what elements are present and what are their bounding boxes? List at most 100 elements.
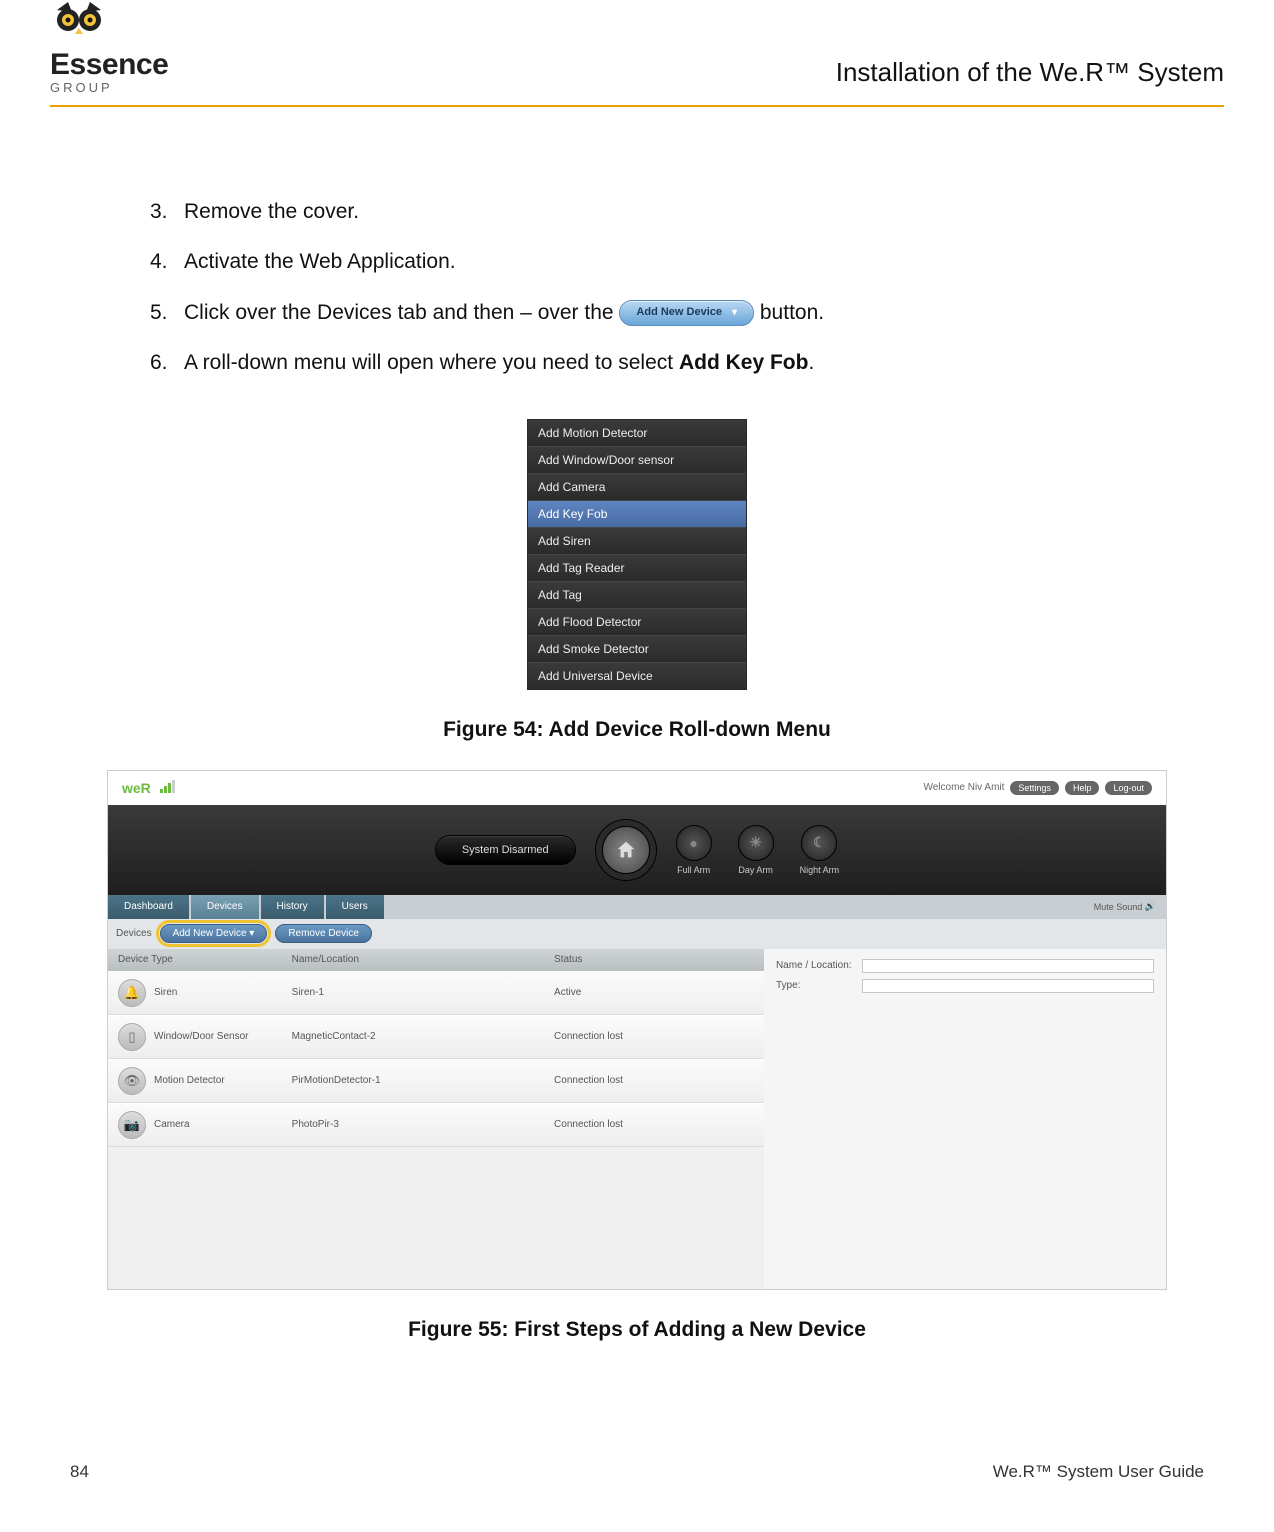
device-status: Connection lost xyxy=(554,1075,764,1086)
device-icon: 🔔 xyxy=(118,979,146,1007)
mute-sound-toggle[interactable]: Mute Sound 🔊 xyxy=(1084,895,1166,919)
brand-name: Essence xyxy=(50,48,168,82)
devices-sub-bar: Devices Add New Device ▾ Remove Device xyxy=(108,919,1166,949)
dropdown-item[interactable]: Add Siren xyxy=(528,528,746,555)
app-top-bar: weR Welcome Niv Amit Settings Help Log-o… xyxy=(108,771,1166,805)
step-text: Click over the Devices tab and then – ov… xyxy=(184,298,1104,328)
dropdown-item[interactable]: Add Flood Detector xyxy=(528,609,746,636)
table-row[interactable]: 🔔 Siren Siren-1Active xyxy=(108,971,764,1015)
tab-devices[interactable]: Devices xyxy=(191,895,259,919)
owl-icon xyxy=(50,0,108,48)
step-6: 6. A roll-down menu will open where you … xyxy=(150,348,1104,378)
device-type: Siren xyxy=(154,987,177,998)
dropdown-item[interactable]: Add Tag xyxy=(528,582,746,609)
device-name: PirMotionDetector-1 xyxy=(292,1075,554,1086)
devices-label: Devices xyxy=(116,928,152,939)
table-row[interactable]: 👁 Motion Detector PirMotionDetector-1Conne… xyxy=(108,1059,764,1103)
type-field[interactable] xyxy=(862,979,1154,993)
col-device-type: Device Type xyxy=(108,954,292,965)
signal-icon xyxy=(160,780,175,793)
figure-55-caption: Figure 55: First Steps of Adding a New D… xyxy=(50,1318,1224,1342)
device-name: Siren-1 xyxy=(292,987,554,998)
name-location-label: Name / Location: xyxy=(776,960,856,971)
step-bold: Add Key Fob xyxy=(679,351,809,374)
list-header: Device Type Name/Location Status xyxy=(108,949,764,971)
system-status: System Disarmed xyxy=(435,835,576,865)
col-status: Status xyxy=(554,954,764,965)
table-row[interactable]: 📷 Camera PhotoPir-3Connection lost xyxy=(108,1103,764,1147)
add-new-device-label: Add New Device xyxy=(636,305,722,321)
add-new-device-label: Add New Device xyxy=(173,928,247,939)
type-label: Type: xyxy=(776,980,856,991)
mute-label: Mute Sound xyxy=(1094,902,1143,912)
dropdown-item[interactable]: Add Tag Reader xyxy=(528,555,746,582)
step-text: Activate the Web Application. xyxy=(184,247,1104,277)
device-name: MagneticContact-2 xyxy=(292,1031,554,1042)
nav-tabs: Dashboard Devices History Users Mute Sou… xyxy=(108,895,1166,919)
devices-body: Device Type Name/Location Status 🔔 Siren S… xyxy=(108,949,1166,1289)
brand-sub: GROUP xyxy=(50,80,113,95)
device-icon: 📷 xyxy=(118,1111,146,1139)
step-number: 5. xyxy=(150,298,184,328)
step-5: 5. Click over the Devices tab and then –… xyxy=(150,298,1104,328)
night-arm-button[interactable]: ☾Night Arm xyxy=(800,825,840,875)
device-type: Motion Detector xyxy=(154,1075,225,1086)
device-icon: 👁 xyxy=(118,1067,146,1095)
name-location-field[interactable] xyxy=(862,959,1154,973)
step-number: 3. xyxy=(150,197,184,227)
figure-55-image: weR Welcome Niv Amit Settings Help Log-o… xyxy=(107,770,1167,1290)
step-number: 4. xyxy=(150,247,184,277)
tab-history[interactable]: History xyxy=(261,895,324,919)
welcome-text: Welcome Niv Amit xyxy=(923,782,1004,793)
full-arm-label: Full Arm xyxy=(677,865,710,875)
chevron-down-icon: ▾ xyxy=(732,306,737,321)
step-text-pre: Click over the Devices tab and then – ov… xyxy=(184,301,619,324)
add-new-device-button[interactable]: Add New Device ▾ xyxy=(619,300,754,326)
dropdown-item[interactable]: Add Smoke Detector xyxy=(528,636,746,663)
day-arm-label: Day Arm xyxy=(738,865,773,875)
home-icon xyxy=(615,839,637,861)
header-rule xyxy=(50,105,1224,107)
figure-54-image: Add Motion DetectorAdd Window/Door senso… xyxy=(527,419,747,690)
step-3: 3. Remove the cover. xyxy=(150,197,1104,227)
device-type: Window/Door Sensor xyxy=(154,1031,248,1042)
figure-54-caption: Figure 54: Add Device Roll-down Menu xyxy=(50,718,1224,742)
dropdown-item[interactable]: Add Motion Detector xyxy=(528,420,746,447)
dropdown-item[interactable]: Add Window/Door sensor xyxy=(528,447,746,474)
home-arm-button[interactable] xyxy=(602,826,650,874)
guide-title: We.R™ System User Guide xyxy=(993,1462,1204,1482)
tab-users[interactable]: Users xyxy=(326,895,384,919)
device-name: PhotoPir-3 xyxy=(292,1119,554,1130)
tab-dashboard[interactable]: Dashboard xyxy=(108,895,189,919)
col-name-location: Name/Location xyxy=(292,954,554,965)
step-text: Remove the cover. xyxy=(184,197,1104,227)
instruction-steps: 3. Remove the cover. 4. Activate the Web… xyxy=(150,197,1104,379)
chapter-title: Installation of the We.R™ System xyxy=(836,57,1224,88)
page-footer: 84 We.R™ System User Guide xyxy=(50,1462,1224,1482)
devices-list: Device Type Name/Location Status 🔔 Siren S… xyxy=(108,949,764,1289)
device-status: Connection lost xyxy=(554,1031,764,1042)
help-button[interactable]: Help xyxy=(1065,781,1100,795)
dropdown-item[interactable]: Add Camera xyxy=(528,474,746,501)
night-arm-label: Night Arm xyxy=(800,865,840,875)
logout-button[interactable]: Log-out xyxy=(1105,781,1152,795)
full-arm-button[interactable]: ●Full Arm xyxy=(676,825,712,875)
company-logo: Essence GROUP xyxy=(50,0,168,95)
step-number: 6. xyxy=(150,348,184,378)
add-device-dropdown[interactable]: Add Motion DetectorAdd Window/Door senso… xyxy=(527,419,747,690)
page-number: 84 xyxy=(70,1462,89,1482)
device-details-panel: Name / Location: Type: xyxy=(764,949,1166,1289)
step-text-post: . xyxy=(808,351,814,374)
settings-button[interactable]: Settings xyxy=(1010,781,1059,795)
device-type: Camera xyxy=(154,1119,190,1130)
device-icon: ▯ xyxy=(118,1023,146,1051)
remove-device-button[interactable]: Remove Device xyxy=(275,924,372,943)
table-row[interactable]: ▯ Window/Door Sensor MagneticContact-2Conn… xyxy=(108,1015,764,1059)
dropdown-item[interactable]: Add Key Fob xyxy=(528,501,746,528)
day-arm-button[interactable]: ☀Day Arm xyxy=(738,825,774,875)
device-status: Connection lost xyxy=(554,1119,764,1130)
dropdown-item[interactable]: Add Universal Device xyxy=(528,663,746,689)
step-text: A roll-down menu will open where you nee… xyxy=(184,348,1104,378)
add-new-device-button[interactable]: Add New Device ▾ xyxy=(160,924,268,943)
device-status: Active xyxy=(554,987,764,998)
